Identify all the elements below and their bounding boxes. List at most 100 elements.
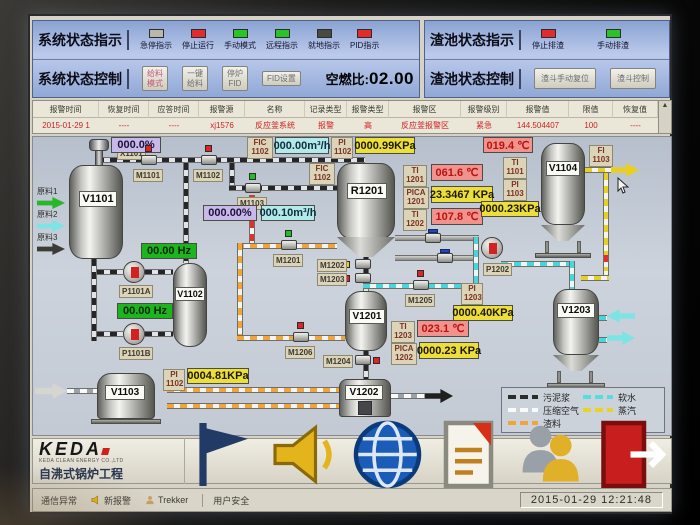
equipment-tag-m1101: M1101: [133, 169, 163, 182]
softwater-inlet-arrow: [607, 309, 635, 323]
project-title: 自沸式锅炉工程: [39, 465, 178, 482]
inlet-arrow-gray: [35, 383, 67, 399]
pipe-softwater: [473, 237, 479, 289]
pipe-sludge: [145, 269, 173, 275]
one-key-feed-button[interactable]: 一键 给料: [182, 66, 208, 90]
manual-valve[interactable]: [437, 253, 453, 263]
equipment-tag-m1201: M1201: [273, 254, 303, 267]
pump-p1101a[interactable]: [123, 261, 145, 283]
fid-settings-button[interactable]: FID设置: [262, 71, 301, 86]
pump-p1202[interactable]: [481, 237, 503, 259]
vessel-r1201[interactable]: [337, 163, 395, 239]
status-lamp: [357, 29, 372, 38]
valve-m1206[interactable]: [293, 332, 309, 342]
process-mimic: 原料1 原料2 原料3 X1101 V1101 000.0% M1101 M11…: [32, 136, 672, 436]
record-query-icon: [347, 414, 428, 495]
inlet-raw-1: 原料1: [37, 187, 65, 209]
status-bar: 通信异常 新报警 Trekker 用户安全 2015-01-29 12:21:4…: [32, 488, 672, 512]
vessel-label: V1201: [349, 309, 385, 324]
equipment-tag-m1202: M1202: [317, 259, 347, 272]
alarm-strip[interactable]: 报警时间2015-01-29 1 恢复时间---- 应答时间---- 报警源xj…: [32, 100, 672, 134]
valve-m1102[interactable]: [201, 155, 217, 165]
inlet-raw-3: 原料3: [37, 233, 65, 255]
readout-ti1201-temp: 061.6 ℃: [431, 164, 483, 181]
agitator-shaft: [95, 150, 103, 166]
alarm-scroll-up-button[interactable]: ▲: [658, 101, 671, 133]
instrument-tag-pica1201: PICA 1201: [403, 187, 429, 209]
vessel-v1101[interactable]: [69, 165, 123, 259]
legend-swatch: [583, 408, 613, 412]
stop-furnace-fid-button[interactable]: 停炉 FID: [222, 66, 248, 90]
new-alarm-status[interactable]: 新报警: [91, 494, 131, 507]
vessel-label: V1103: [105, 385, 145, 400]
pipe-slag: [237, 243, 243, 341]
readout-fic1102b-flow: 000.10m³/h: [261, 205, 315, 221]
valve-m1202[interactable]: [355, 259, 371, 269]
instrument-tag-fi1103: FI 1103: [589, 145, 613, 167]
indicator-remote: 远程指示: [266, 29, 298, 51]
monitor-photo: 系统状态指示 急停指示 停止运行 手动模式 远程指示 就地指示 PID指示 系统…: [0, 0, 700, 525]
valve-m1103[interactable]: [245, 183, 261, 193]
alarm-list-icon: [266, 414, 347, 495]
slag-hopper-control-button[interactable]: 渣斗控制: [610, 68, 656, 89]
readout-mix-percent: 000.00%: [203, 205, 257, 221]
status-lamp: [541, 29, 556, 38]
readout-pi1102b-pressure: 0004.81KPa: [187, 368, 249, 384]
readout-p1101a-hz: 00.00 Hz: [141, 243, 197, 259]
pipe-steam-mark: [603, 255, 609, 267]
pump-p1101b[interactable]: [123, 323, 145, 345]
inlet-arrow: [37, 220, 65, 232]
outlet-arrow: [425, 389, 453, 403]
equipment-tag-m1205: M1205: [405, 294, 435, 307]
datetime-display: 2015-01-29 12:21:48: [520, 492, 663, 508]
panel-title: 系统状态控制: [38, 69, 129, 89]
valve-m1101[interactable]: [141, 155, 157, 165]
pipe-air: [391, 393, 425, 399]
indicator-manual-slag: 手动排渣: [597, 29, 629, 51]
pipe-sludge: [229, 163, 235, 187]
instrument-tag-pi1203: PI 1203: [461, 283, 483, 305]
user-icon: [145, 495, 155, 505]
readout-pi1102-pressure: 0000.99KPa: [355, 137, 415, 154]
pipe-slag: [237, 335, 345, 341]
scada-screen: 系统状态指示 急停指示 停止运行 手动模式 远程指示 就地指示 PID指示 系统…: [28, 14, 672, 514]
bottom-toolbar: KEDA KEDA CLEAN ENERGY CO.,LTD 自沸式锅炉工程 首…: [32, 438, 672, 484]
instrument-tag-fic1102: FIC 1102: [247, 137, 273, 159]
manual-valve[interactable]: [425, 233, 441, 243]
vessel-label: V1202: [345, 385, 383, 400]
valve-indicator: [417, 270, 424, 277]
instrument-tag-ti1101: TI 1101: [503, 157, 527, 179]
slag-pool-panel: 渣池状态指示 停止排渣 手动排渣 渣池状态控制 渣斗手动复位 渣斗控制: [424, 20, 670, 98]
speaker-icon: [91, 495, 101, 505]
equipment-tag-m1206: M1206: [285, 346, 315, 359]
brand-logo: KEDA: [39, 440, 178, 458]
indicator-manual: 手动模式: [224, 29, 256, 51]
vessel-v1102[interactable]: [173, 263, 207, 347]
vessel-v1104[interactable]: [541, 143, 585, 225]
pipe-sludge: [145, 331, 173, 337]
readout-ti1202-temp: 107.8 ℃: [431, 208, 483, 225]
valve-m1205[interactable]: [413, 280, 429, 290]
valve-indicator: [205, 145, 212, 152]
valve-m1203[interactable]: [355, 273, 371, 283]
inlet-raw-2: 原料2: [37, 210, 65, 232]
vessel-leg: [577, 241, 581, 253]
slag-hopper-reset-button[interactable]: 渣斗手动复位: [534, 68, 596, 89]
valve-m1201[interactable]: [281, 240, 297, 250]
panel-title: 渣池状态控制: [430, 69, 521, 89]
valve-m1204[interactable]: [355, 355, 371, 365]
vessel-v1203[interactable]: [553, 289, 599, 355]
system-status-panel: 系统状态指示 急停指示 停止运行 手动模式 远程指示 就地指示 PID指示 系统…: [32, 20, 420, 98]
softwater-outlet-arrow: [607, 331, 635, 345]
indicator-local: 就地指示: [308, 29, 340, 51]
vessel-base: [91, 419, 161, 424]
feed-mode-button[interactable]: 给料 模式: [142, 66, 168, 90]
vessel-leg: [589, 371, 593, 383]
panel-title: 渣池状态指示: [430, 30, 521, 50]
exit-icon: [590, 414, 671, 495]
vessel-leg: [557, 371, 561, 383]
indicator-stop-slag: 停止排渣: [532, 29, 564, 51]
vessel-leg: [545, 241, 549, 253]
pipe-softwater: [569, 261, 575, 289]
current-user: Trekker: [145, 495, 188, 505]
